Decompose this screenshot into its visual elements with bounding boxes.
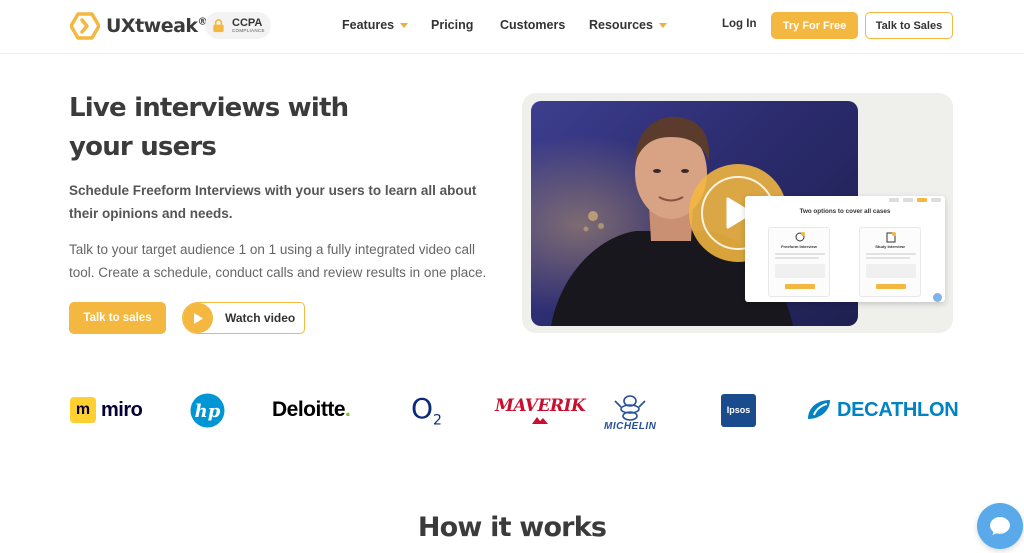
decathlon-mark	[808, 400, 830, 419]
mountain-icon	[532, 417, 549, 424]
mockup-option-freeform: Freeform Interview	[768, 227, 830, 297]
mockup-title: Two options to cover all cases	[799, 208, 891, 215]
mockup-block	[866, 264, 916, 278]
menu-resources[interactable]: Resources	[589, 18, 667, 32]
o2-sub: 2	[433, 412, 442, 429]
menu-customers[interactable]: Customers	[500, 18, 565, 32]
michelin-wordmark: MICHELIN	[604, 421, 657, 432]
hero-title-line1: Live interviews with	[69, 93, 349, 123]
mockup-line	[775, 253, 825, 255]
mockup-line	[866, 257, 910, 259]
watch-video-button[interactable]: Watch video	[182, 302, 305, 334]
logo-o2: O2	[411, 388, 442, 432]
hero-title-line2: your users	[69, 132, 217, 162]
login-link[interactable]: Log In	[722, 18, 757, 30]
logo-deloitte: Deloitte.	[272, 388, 351, 432]
hexagon-chevron-icon	[70, 12, 100, 40]
interview-options-mockup: Two options to cover all cases Freeform …	[745, 196, 945, 302]
mockup-pill	[931, 198, 941, 202]
lock-icon	[213, 19, 224, 33]
uxtweak-logo[interactable]: UXtweak®	[70, 12, 208, 40]
chat-widget-button[interactable]	[977, 503, 1023, 549]
chat-bubble-icon	[990, 517, 1010, 535]
mockup-option-title: Freeform Interview	[781, 244, 817, 249]
hp-text: hp	[195, 401, 221, 422]
chevron-down-icon	[658, 22, 667, 28]
how-it-works-heading: How it works	[417, 512, 607, 543]
logo-hp: hp	[190, 388, 225, 432]
miro-wordmark: miro	[101, 398, 143, 421]
talk-to-sales-nav-button[interactable]: Talk to Sales	[865, 12, 953, 39]
mockup-button	[785, 284, 815, 289]
menu-customers-label: Customers	[500, 18, 566, 32]
hero-description: Talk to your target audience 1 on 1 usin…	[69, 242, 487, 280]
ccpa-sublabel: COMPLIANCE	[232, 27, 265, 33]
menu-features-label: Features	[342, 18, 395, 32]
miro-mark: m	[70, 397, 96, 423]
mockup-option-title: Study Interview	[875, 244, 905, 249]
maverik-wordmark: MAVERIK	[495, 396, 586, 416]
logo-wordmark: UXtweak®	[106, 15, 208, 37]
o2-letter: O	[411, 391, 434, 425]
menu-resources-label: Resources	[589, 18, 653, 32]
watch-video-label: Watch video	[225, 311, 296, 325]
mockup-line	[866, 253, 916, 255]
menu-pricing-label: Pricing	[431, 18, 474, 32]
logo-decathlon: DECATHLON	[806, 388, 959, 432]
menu-pricing[interactable]: Pricing	[431, 18, 473, 32]
ipsos-mark: Ipsos	[721, 393, 756, 427]
mockup-pill	[889, 198, 899, 202]
logo-ipsos: Ipsos	[721, 388, 756, 432]
mockup-option-study: Study Interview	[859, 227, 921, 297]
mockup-line	[775, 257, 819, 259]
gear-icon	[795, 232, 805, 242]
ccpa-compliance-badge: CCPA COMPLIANCE	[205, 12, 271, 39]
deloitte-dot: .	[345, 398, 351, 421]
mockup-toolbar	[745, 196, 945, 204]
mockup-pill	[917, 198, 927, 202]
hp-mark: hp	[190, 393, 225, 427]
mockup-button	[876, 284, 906, 289]
deloitte-wordmark: Deloitte	[272, 398, 346, 421]
top-navigation: UXtweak® CCPA COMPLIANCE Features Pricin…	[0, 0, 1024, 54]
decathlon-wordmark: DECATHLON	[837, 398, 959, 421]
chevron-down-icon	[400, 22, 409, 28]
mockup-pill	[903, 198, 913, 202]
customer-logos: m miro hp Deloitte. O2 MAVERIK MICHELIN …	[0, 388, 1024, 432]
logo-maverik: MAVERIK	[495, 388, 586, 432]
logo-michelin: MICHELIN	[604, 388, 656, 432]
mockup-help-dot	[933, 293, 942, 302]
hero-title: Live interviews with your users	[69, 89, 369, 167]
logo-miro: m miro	[70, 388, 143, 432]
play-icon	[183, 303, 213, 333]
michelin-man-icon	[614, 395, 646, 421]
mockup-block	[775, 264, 825, 278]
try-for-free-button[interactable]: Try For Free	[771, 12, 858, 39]
menu-features[interactable]: Features	[342, 18, 409, 32]
hero-subtitle: Schedule Freeform Interviews with your u…	[69, 183, 477, 221]
talk-to-sales-button[interactable]: Talk to sales	[69, 302, 166, 334]
clipboard-icon	[886, 232, 896, 243]
